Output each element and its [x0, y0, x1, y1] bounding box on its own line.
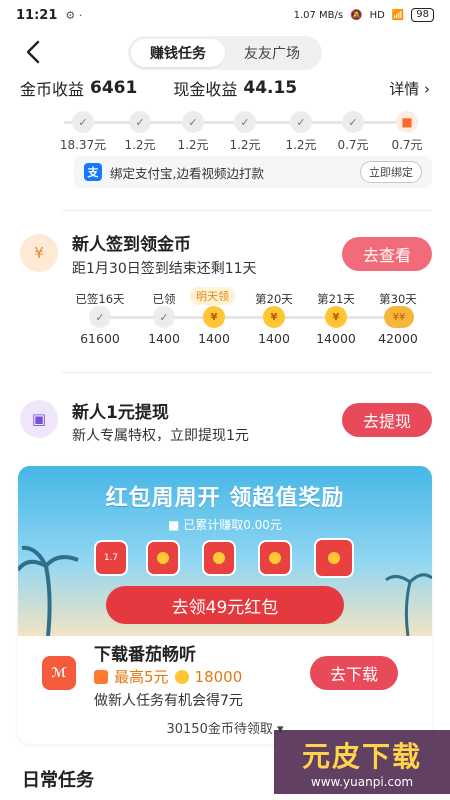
- checkin-track-line: [96, 316, 402, 319]
- newbie-withdraw-title: 新人1元提现: [72, 403, 169, 423]
- status-time: 11:21: [16, 7, 58, 23]
- check-icon: ✓: [342, 111, 364, 133]
- checkin-day-label: 已签16天: [75, 292, 125, 306]
- palm-tree-icon: [385, 573, 432, 636]
- wifi-icon: 📶: [391, 9, 405, 21]
- coin-icon: [174, 669, 189, 684]
- checkin-day-label: 第30天: [379, 292, 417, 306]
- coin-icon: ¥: [203, 306, 225, 328]
- checkin-title: 新人签到领金币: [72, 235, 191, 255]
- daily-tasks-title: 日常任务: [22, 770, 94, 791]
- red-envelope-icon: 1.7: [94, 540, 128, 576]
- newbie-withdraw-subtitle: 新人专属特权，立即提现1元: [72, 428, 249, 444]
- wallet-icon: ▣: [20, 400, 58, 438]
- coin-icon: ¥: [325, 306, 347, 328]
- divider: [62, 372, 432, 373]
- status-bar: 11:21 ⚙ · 1.07 MB/s 🔕 HD 📶 98: [0, 0, 450, 30]
- red-envelope-icon: [314, 538, 354, 578]
- coin-bag-icon: ¥: [20, 234, 58, 272]
- checkin-day-value: 1400: [198, 331, 230, 346]
- cash-earnings-label: 现金收益: [173, 80, 238, 99]
- download-button[interactable]: 去下载: [310, 656, 398, 690]
- withdraw-amount: 1.2元: [229, 138, 261, 152]
- watermark-title: 元皮下载: [301, 740, 422, 773]
- alipay-icon: 支: [84, 163, 102, 181]
- checkin-day-label: 第21天: [317, 292, 355, 306]
- checkin-day-value: 42000: [378, 331, 418, 346]
- check-icon: ✓: [234, 111, 256, 133]
- promo-banner: 红包周周开 领超值奖励 ■ 已累计赚取0.00元 1.7 去领49元红包: [18, 466, 432, 636]
- alipay-bind-bar: 支 绑定支付宝,边看视频边打款 立即绑定: [74, 156, 432, 188]
- checkin-day-label: 第20天: [255, 292, 293, 306]
- segment-tabs: 赚钱任务 友友广场: [128, 36, 322, 70]
- tab-earn-tasks[interactable]: 赚钱任务: [131, 39, 225, 67]
- tab-friends-square[interactable]: 友友广场: [225, 39, 319, 67]
- checkin-day-value: 61600: [80, 331, 120, 346]
- checkin-day-value: 1400: [258, 331, 290, 346]
- divider: [62, 210, 432, 211]
- withdraw-amount: 1.2元: [177, 138, 209, 152]
- signal-hd: HD: [369, 9, 385, 21]
- coin-pile-icon: ¥¥: [384, 306, 414, 328]
- promo-banner-title: 红包周周开 领超值奖励: [105, 486, 345, 511]
- watermark-url: www.yuanpi.com: [310, 775, 414, 789]
- withdraw-amount: 1.2元: [124, 138, 156, 152]
- withdraw-amount: 18.37元: [59, 138, 107, 152]
- checkin-day-value: 14000: [316, 331, 356, 346]
- withdraw-amount: 0.7元: [337, 138, 369, 152]
- tomorrow-tag: 明天领: [190, 287, 235, 305]
- nav-header: 赚钱任务 友友广场: [0, 30, 450, 74]
- app-name: 下载番茄畅听: [94, 645, 196, 665]
- bind-now-button[interactable]: 立即绑定: [360, 161, 422, 183]
- app-description: 做新人任务有机会得7元: [94, 693, 243, 709]
- red-packet-icon: ■: [396, 111, 418, 133]
- withdraw-amount: 0.7元: [391, 138, 423, 152]
- pending-coins-text: 30150金币待领取: [166, 722, 273, 737]
- envelope-amount: 1.7: [103, 553, 119, 563]
- status-indicators: 1.07 MB/s 🔕 HD 📶 98: [294, 8, 434, 22]
- earnings-summary: 金币收益 6461 现金收益 44.15 详情 ›: [0, 74, 450, 102]
- withdraw-button[interactable]: 去提现: [342, 403, 432, 437]
- settings-icon: ⚙ ·: [65, 8, 83, 22]
- watermark: 元皮下载 www.yuanpi.com: [274, 730, 450, 794]
- details-link[interactable]: 详情 ›: [389, 78, 430, 99]
- reward-coins: 18000: [194, 667, 243, 686]
- coin-earnings-label: 金币收益: [20, 80, 85, 99]
- red-envelope-icon: [258, 540, 292, 576]
- check-icon: ✓: [290, 111, 312, 133]
- promo-earned-value: 已累计赚取0.00元: [183, 518, 282, 532]
- cash-earnings-value: 44.15: [243, 78, 298, 98]
- check-icon: ✓: [89, 306, 111, 328]
- check-icon: ✓: [153, 306, 175, 328]
- red-packet-icon: [94, 669, 108, 684]
- withdraw-amount: 1.2元: [285, 138, 317, 152]
- promo-earned-text: ■ 已累计赚取0.00元: [168, 518, 282, 532]
- view-checkin-button[interactable]: 去查看: [342, 237, 432, 271]
- coin-icon: ¥: [263, 306, 285, 328]
- back-arrow-icon[interactable]: [20, 38, 48, 66]
- app-rewards: 最高5元 18000: [94, 666, 242, 687]
- reward-cash: 最高5元: [114, 668, 169, 686]
- checkin-subtitle: 距1月30日签到结束还剩11天: [72, 261, 257, 277]
- check-icon: ✓: [129, 111, 151, 133]
- checkin-day-label: 已领: [152, 292, 176, 306]
- claim-red-packet-button[interactable]: 去领49元红包: [106, 586, 344, 624]
- network-speed: 1.07 MB/s: [293, 9, 344, 21]
- red-envelope-icon: [146, 540, 180, 576]
- coin-earnings-value: 6461: [90, 78, 138, 98]
- alipay-bind-text: 绑定支付宝,边看视频边打款: [110, 165, 264, 181]
- check-icon: ✓: [72, 111, 94, 133]
- details-label: 详情: [389, 79, 420, 98]
- fanqie-app-icon: ℳ: [42, 656, 76, 690]
- mute-icon: 🔕: [350, 9, 363, 21]
- battery-indicator: 98: [411, 8, 434, 22]
- check-icon: ✓: [182, 111, 204, 133]
- red-packet-promo-card: 红包周周开 领超值奖励 ■ 已累计赚取0.00元 1.7 去领49元红包 ℳ 下…: [18, 466, 432, 744]
- palm-tree-icon: [18, 545, 79, 636]
- red-envelope-icon: [202, 540, 236, 576]
